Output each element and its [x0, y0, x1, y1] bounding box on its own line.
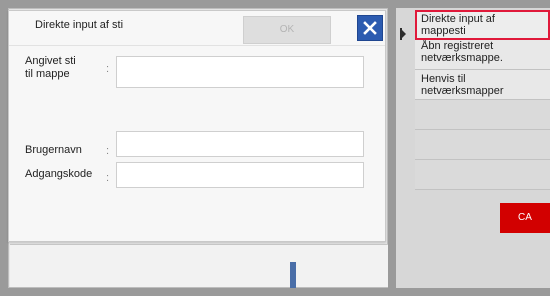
close-icon [363, 21, 377, 35]
action-direct-path-input[interactable]: Direkte input af mappesti [415, 10, 550, 40]
screen: Direkte input af sti OK Angivet sti til … [0, 0, 550, 296]
action-label-line2: netværksmappe. [421, 52, 503, 64]
action-empty-slot [415, 100, 550, 130]
background-footer [10, 244, 388, 287]
action-open-registered-network-folder[interactable]: Åbn registreret netværksmappe. [415, 40, 550, 70]
action-label-line2: mappesti [421, 25, 466, 37]
dialog-title: Direkte input af sti [35, 19, 124, 31]
action-empty-slot [415, 130, 550, 160]
action-label-line1: Henvis til [421, 73, 466, 85]
action-label-line2: netværksmapper [421, 85, 504, 97]
direct-path-input-dialog: Direkte input af sti OK Angivet sti til … [8, 10, 386, 242]
action-label-line1: Direkte input af [421, 13, 495, 25]
folder-path-label: Angivet sti til mappe [25, 55, 76, 81]
action-empty-slot [415, 160, 550, 190]
folder-path-label-line2: til mappe [25, 68, 70, 80]
action-browse-network-folders[interactable]: Henvis til netværksmapper [415, 70, 550, 100]
folder-path-label-line1: Angivet sti [25, 55, 76, 67]
background-scrollbar[interactable] [290, 262, 296, 288]
action-label-line1: Åbn registreret [421, 40, 494, 52]
ca-button[interactable]: CA [500, 203, 550, 233]
username-label: Brugernavn [25, 144, 82, 156]
username-colon: : [106, 145, 110, 157]
password-colon: : [106, 172, 110, 184]
password-input[interactable] [116, 162, 364, 188]
ok-button[interactable]: OK [243, 16, 331, 44]
folder-path-input[interactable] [116, 56, 364, 88]
dialog-header-divider [9, 45, 385, 46]
panel-collapse-arrow-icon[interactable] [402, 30, 406, 38]
password-label: Adgangskode [25, 168, 93, 180]
action-list: Direkte input af mappesti Åbn registrere… [415, 10, 550, 190]
folder-path-colon: : [106, 63, 110, 75]
username-input[interactable] [116, 131, 364, 157]
close-button[interactable] [357, 15, 383, 41]
